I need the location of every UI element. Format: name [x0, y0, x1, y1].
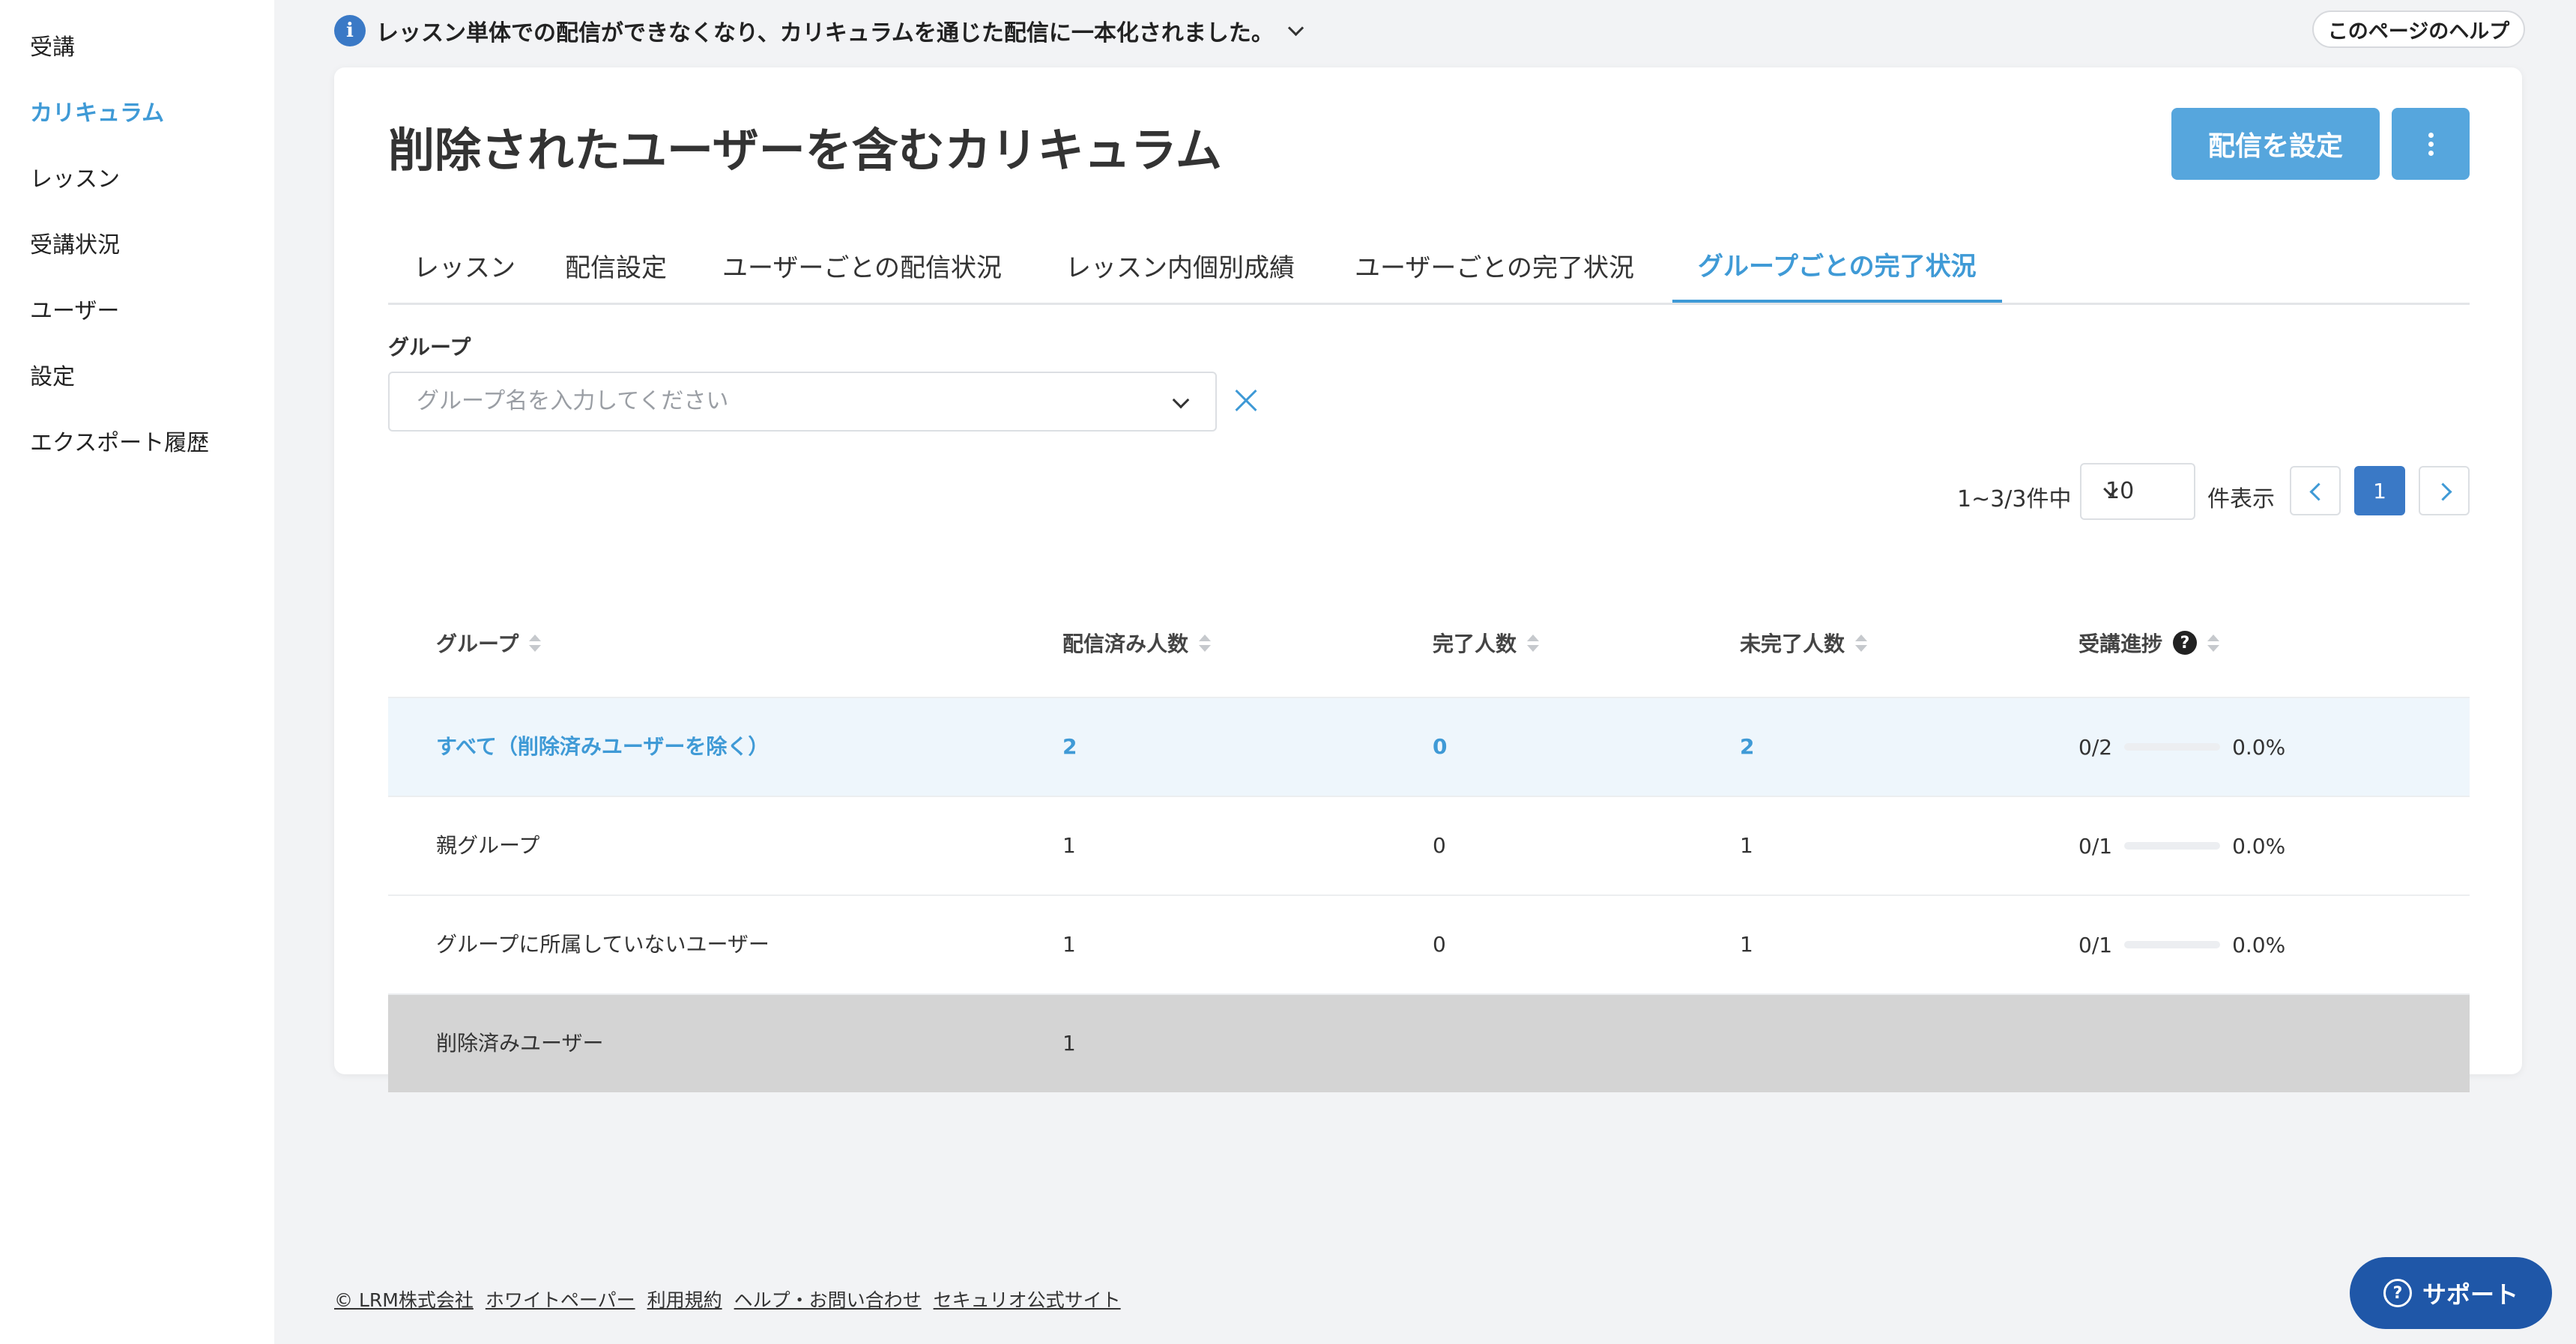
- tab-lessons[interactable]: レッスン: [414, 228, 515, 303]
- group-search-placeholder: グループ名を入力してください: [417, 388, 729, 414]
- footer: © LRM株式会社 ホワイトペーパー 利用規約 ヘルプ・お問い合わせ セキュリオ…: [334, 1286, 1121, 1313]
- sidebar-item-users[interactable]: ユーザー: [30, 292, 119, 325]
- column-header-incomplete[interactable]: 未完了人数: [1740, 589, 1868, 697]
- delivered-count: 1: [1062, 1031, 1076, 1056]
- column-header-progress[interactable]: 受講進捗?: [2078, 589, 2220, 697]
- group-completion-table: グループ 配信済み人数 完了人数 未完了人数 受講進捗? すべて（削除済みユーザ…: [388, 589, 2470, 1092]
- page-number-button[interactable]: 1: [2354, 466, 2405, 515]
- sort-icon: [1199, 634, 1212, 652]
- incomplete-count[interactable]: 2: [1740, 698, 1754, 796]
- tab-delivery-settings[interactable]: 配信設定: [565, 228, 667, 303]
- group-search-input[interactable]: グループ名を入力してください: [388, 372, 1217, 432]
- close-icon[interactable]: [1230, 385, 1262, 417]
- column-header-delivered[interactable]: 配信済み人数: [1062, 589, 1212, 697]
- completed-count: 0: [1433, 932, 1446, 957]
- sidebar: 受講 カリキュラム レッスン 受講状況 ユーザー 設定 エクスポート履歴: [0, 0, 274, 1344]
- per-page-suffix: 件表示: [2207, 486, 2275, 512]
- tab-bar: レッスン 配信設定 ユーザーごとの配信状況 レッスン内個別成績 ユーザーごとの完…: [388, 228, 2470, 305]
- delivered-count[interactable]: 2: [1062, 698, 1077, 796]
- table-row[interactable]: グループに所属していないユーザー 1 0 1 0/1 0.0%: [388, 895, 2470, 993]
- progress-bar: [2124, 842, 2221, 850]
- progress-percent: 0.0%: [2232, 833, 2286, 859]
- help-icon[interactable]: ?: [2173, 631, 2198, 655]
- chevron-down-icon: [1172, 391, 1190, 409]
- tab-lesson-individual-scores[interactable]: レッスン内個別成績: [1065, 228, 1295, 303]
- sidebar-item-attend[interactable]: 受講: [30, 28, 75, 61]
- incomplete-count: 1: [1740, 833, 1753, 858]
- more-vertical-icon[interactable]: [2392, 108, 2470, 180]
- sidebar-item-lessons[interactable]: レッスン: [30, 160, 120, 193]
- group-name: 親グループ: [436, 833, 540, 858]
- table-row[interactable]: 親グループ 1 0 1 0/1 0.0%: [388, 796, 2470, 895]
- footer-link-official-site[interactable]: セキュリオ公式サイト: [934, 1286, 1121, 1313]
- table-header: グループ 配信済み人数 完了人数 未完了人数 受講進捗?: [388, 589, 2470, 697]
- group-name: 削除済みユーザー: [436, 1031, 604, 1056]
- support-button[interactable]: ? サポート: [2350, 1257, 2552, 1329]
- next-page-button[interactable]: [2419, 466, 2470, 515]
- chevron-right-icon: [2434, 482, 2452, 501]
- footer-link-help-contact[interactable]: ヘルプ・お問い合わせ: [734, 1286, 922, 1313]
- group-name-link[interactable]: すべて（削除済みユーザーを除く）: [436, 698, 769, 796]
- sort-icon: [1855, 634, 1868, 652]
- sidebar-item-attendance-status[interactable]: 受講状況: [30, 226, 120, 259]
- footer-link-terms[interactable]: 利用規約: [647, 1286, 722, 1313]
- notice-text: レッスン単体での配信ができなくなり、カリキュラムを通じた配信に一本化されました。: [376, 20, 1274, 46]
- progress-bar: [2124, 941, 2221, 948]
- group-filter-label: グループ: [388, 335, 471, 360]
- support-button-label: サポート: [2422, 1280, 2518, 1309]
- sort-icon: [529, 634, 542, 652]
- sidebar-item-settings[interactable]: 設定: [30, 358, 75, 391]
- sidebar-item-curriculum[interactable]: カリキュラム: [30, 94, 164, 127]
- incomplete-count: 1: [1740, 932, 1753, 957]
- progress-cell: 0/2 0.0%: [2078, 698, 2285, 796]
- main-card: 削除されたユーザーを含むカリキュラム 配信を設定 レッスン 配信設定 ユーザーご…: [334, 67, 2522, 1092]
- notice-banner[interactable]: i レッスン単体での配信ができなくなり、カリキュラムを通じた配信に一本化されまし…: [334, 12, 1304, 49]
- progress-count: 0/1: [2078, 833, 2113, 859]
- progress-percent: 0.0%: [2232, 734, 2286, 760]
- progress-percent: 0.0%: [2232, 932, 2286, 957]
- group-name: グループに所属していないユーザー: [436, 932, 770, 957]
- completed-count: 0: [1433, 833, 1446, 858]
- per-page-select[interactable]: 10: [2080, 463, 2195, 520]
- completed-count[interactable]: 0: [1433, 698, 1447, 796]
- page-title: 削除されたユーザーを含むカリキュラム: [388, 123, 1222, 178]
- help-icon: ?: [2383, 1279, 2412, 1307]
- set-delivery-button[interactable]: 配信を設定: [2171, 108, 2380, 180]
- table-row-deleted-users: 削除済みユーザー 1: [388, 993, 2470, 1092]
- column-header-group[interactable]: グループ: [436, 589, 542, 697]
- footer-link-copyright[interactable]: © LRM株式会社: [334, 1286, 474, 1313]
- progress-cell: 0/1 0.0%: [2078, 896, 2285, 993]
- progress-cell: 0/1 0.0%: [2078, 797, 2285, 895]
- page-help-button[interactable]: このページのヘルプ: [2312, 10, 2525, 48]
- sort-icon: [2207, 634, 2220, 652]
- pagination-range: 1~3/3件中: [1957, 486, 2072, 512]
- info-icon: i: [334, 15, 366, 46]
- prev-page-button[interactable]: [2290, 466, 2341, 515]
- delivered-count: 1: [1062, 932, 1076, 957]
- footer-link-whitepaper[interactable]: ホワイトペーパー: [486, 1286, 635, 1313]
- sort-icon: [1527, 634, 1540, 652]
- delivered-count: 1: [1062, 833, 1076, 858]
- column-header-completed[interactable]: 完了人数: [1433, 589, 1540, 697]
- tab-user-completion-status[interactable]: ユーザーごとの完了状況: [1355, 228, 1634, 303]
- chevron-down-icon[interactable]: [1287, 19, 1304, 36]
- tab-user-delivery-status[interactable]: ユーザーごとの配信状況: [722, 228, 1002, 303]
- chevron-left-icon: [2309, 482, 2328, 501]
- tab-group-completion-status[interactable]: グループごとの完了状況: [1672, 228, 2002, 303]
- sidebar-item-export-history[interactable]: エクスポート履歴: [30, 424, 209, 457]
- progress-count: 0/2: [2078, 734, 2113, 760]
- progress-count: 0/1: [2078, 932, 2113, 957]
- progress-bar: [2124, 743, 2221, 751]
- table-row[interactable]: すべて（削除済みユーザーを除く） 2 0 2 0/2 0.0%: [388, 697, 2470, 796]
